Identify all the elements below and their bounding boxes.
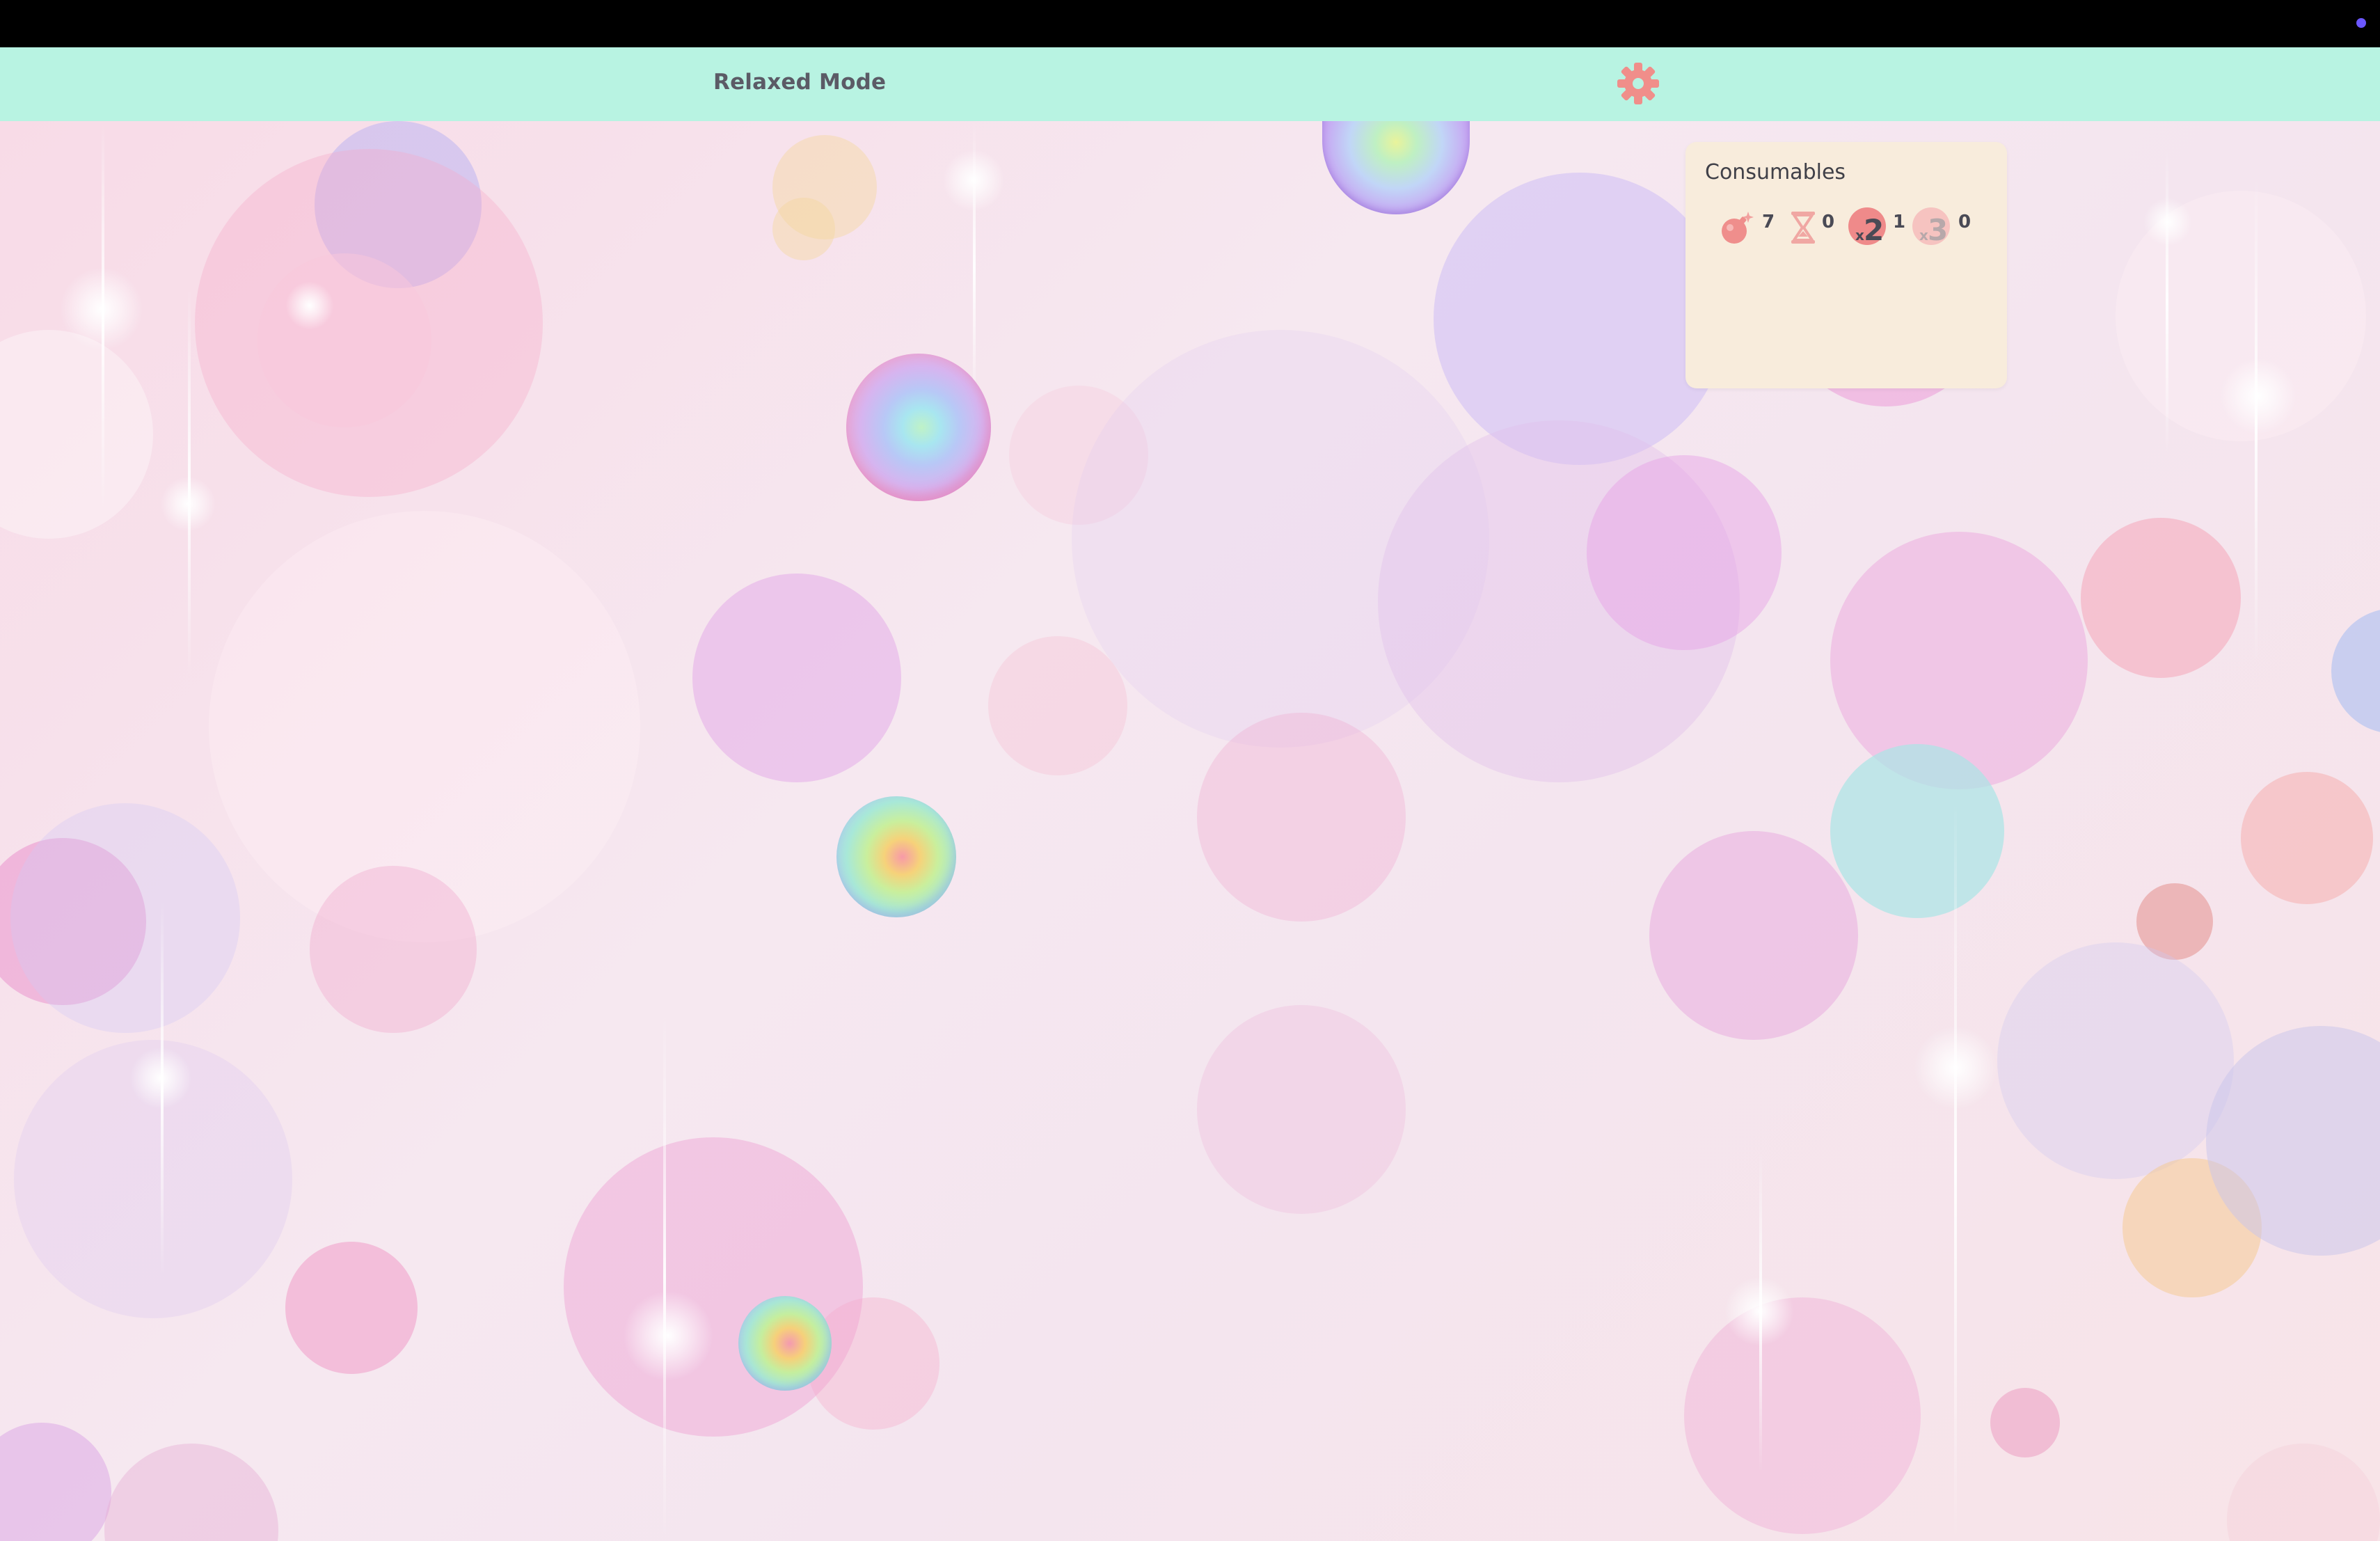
consumable-x2[interactable]: x 2 1 xyxy=(1847,206,1914,248)
bomb-count: 7 xyxy=(1762,212,1775,232)
bokeh-background xyxy=(0,121,2380,1541)
top-bar xyxy=(0,0,2380,47)
bubble-4[interactable] xyxy=(738,1296,832,1391)
hourglass-count: 0 xyxy=(1822,212,1835,232)
x3-multiplier-icon: x 3 xyxy=(1911,206,1953,248)
consumable-hourglass[interactable]: 0 xyxy=(1787,206,1850,248)
header-bar xyxy=(0,47,2380,121)
bubble-2[interactable] xyxy=(846,354,991,501)
consumable-x3[interactable]: x 3 0 xyxy=(1911,206,1981,248)
bubble-3[interactable] xyxy=(836,796,956,917)
consumables-title: Consumables xyxy=(1705,160,1846,184)
x3-count: 0 xyxy=(1958,212,1972,232)
bomb-icon xyxy=(1719,209,1756,249)
x2-multiplier-value: 2 xyxy=(1864,213,1885,247)
gear-icon[interactable] xyxy=(1615,60,1662,107)
mode-title: Relaxed Mode xyxy=(713,70,887,95)
status-dot xyxy=(2356,18,2366,28)
x2-multiplier-icon: x 2 xyxy=(1847,206,1889,248)
game-screen: Relaxed Mode Consumables 7 0 x 2 1 x 3 0 xyxy=(0,0,2380,1541)
consumables-panel: Consumables 7 0 x 2 1 x 3 0 xyxy=(1685,142,2007,388)
consumable-bomb[interactable]: 7 xyxy=(1719,206,1782,248)
x3-multiplier-value: 3 xyxy=(1928,213,1949,247)
hourglass-icon xyxy=(1787,209,1819,249)
x2-count: 1 xyxy=(1893,212,1906,232)
